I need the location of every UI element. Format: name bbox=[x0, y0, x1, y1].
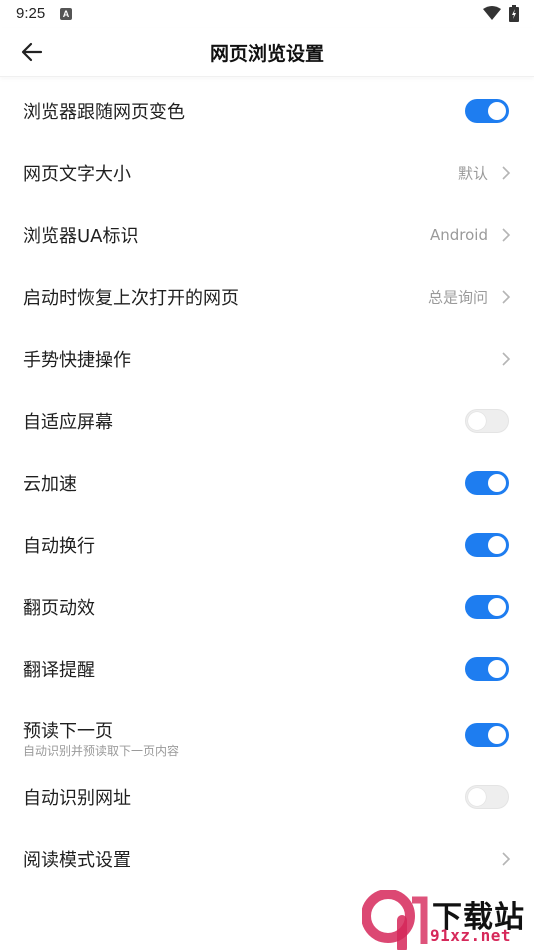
top-app-bar: 网页浏览设置 bbox=[0, 28, 534, 77]
setting-row-page-turn-effect[interactable]: 翻页动效 bbox=[0, 576, 534, 638]
setting-row-ua[interactable]: 浏览器UA标识 Android bbox=[0, 204, 534, 266]
wifi-icon bbox=[483, 6, 501, 20]
toggle-knob bbox=[488, 536, 506, 554]
setting-label: 预读下一页 bbox=[23, 721, 113, 742]
setting-label: 翻译提醒 bbox=[23, 660, 95, 681]
setting-row-gestures[interactable]: 手势快捷操作 bbox=[0, 328, 534, 390]
chevron-right-icon bbox=[502, 290, 511, 304]
toggle-switch[interactable] bbox=[465, 409, 509, 433]
watermark-logo-icon bbox=[362, 890, 428, 950]
page-title: 网页浏览设置 bbox=[209, 43, 324, 65]
toggle-knob bbox=[488, 474, 506, 492]
setting-row-preload-next-page[interactable]: 预读下一页 自动识别并预读取下一页内容 bbox=[0, 700, 534, 770]
chevron-right-icon bbox=[502, 166, 511, 180]
setting-row-adaptive-screen[interactable]: 自适应屏幕 bbox=[0, 390, 534, 452]
setting-label: 浏览器跟随网页变色 bbox=[23, 102, 185, 123]
toggle-switch[interactable] bbox=[465, 657, 509, 681]
toggle-knob bbox=[488, 102, 506, 120]
setting-label: 启动时恢复上次打开的网页 bbox=[23, 288, 239, 309]
toggle-knob bbox=[488, 660, 506, 678]
setting-label: 网页文字大小 bbox=[23, 164, 131, 185]
setting-label: 浏览器UA标识 bbox=[23, 226, 139, 247]
toggle-switch[interactable] bbox=[465, 723, 509, 747]
setting-sublabel: 自动识别并预读取下一页内容 bbox=[23, 744, 180, 758]
status-time: 9:25 bbox=[16, 5, 46, 22]
watermark-url: 91xz.net bbox=[430, 926, 512, 945]
toggle-knob bbox=[468, 788, 486, 806]
watermark: 下载站 91xz.net bbox=[362, 890, 534, 950]
setting-row-restore-pages[interactable]: 启动时恢复上次打开的网页 总是询问 bbox=[0, 266, 534, 328]
status-bar: 9:25 A bbox=[0, 0, 534, 28]
setting-label: 自动识别网址 bbox=[23, 788, 131, 809]
toggle-knob bbox=[488, 726, 506, 744]
chevron-right-icon bbox=[502, 352, 511, 366]
toggle-knob bbox=[468, 412, 486, 430]
chevron-right-icon bbox=[502, 852, 511, 866]
toggle-switch[interactable] bbox=[465, 595, 509, 619]
toggle-switch[interactable] bbox=[465, 533, 509, 557]
chevron-right-icon bbox=[502, 228, 511, 242]
setting-value: 总是询问 bbox=[427, 288, 488, 307]
toggle-switch[interactable] bbox=[465, 785, 509, 809]
setting-row-word-wrap[interactable]: 自动换行 bbox=[0, 514, 534, 576]
setting-row-font-size[interactable]: 网页文字大小 默认 bbox=[0, 142, 534, 204]
setting-row-translate-reminder[interactable]: 翻译提醒 bbox=[0, 638, 534, 700]
battery-icon bbox=[509, 5, 519, 22]
setting-value: Android bbox=[430, 226, 488, 244]
setting-label: 手势快捷操作 bbox=[23, 350, 131, 371]
setting-row-reading-mode[interactable]: 阅读模式设置 bbox=[0, 828, 534, 890]
setting-row-browser-follow-color[interactable]: 浏览器跟随网页变色 bbox=[0, 80, 534, 142]
setting-row-cloud-acceleration[interactable]: 云加速 bbox=[0, 452, 534, 514]
setting-label: 云加速 bbox=[23, 474, 77, 495]
toggle-switch[interactable] bbox=[465, 99, 509, 123]
setting-label: 自适应屏幕 bbox=[23, 412, 113, 433]
setting-label: 自动换行 bbox=[23, 536, 95, 557]
setting-value: 默认 bbox=[457, 164, 488, 183]
toggle-knob bbox=[488, 598, 506, 616]
setting-label: 阅读模式设置 bbox=[23, 850, 131, 871]
setting-label: 翻页动效 bbox=[23, 598, 95, 619]
toggle-switch[interactable] bbox=[465, 471, 509, 495]
setting-row-auto-detect-url[interactable]: 自动识别网址 bbox=[0, 766, 534, 828]
notification-icon: A bbox=[60, 8, 72, 20]
